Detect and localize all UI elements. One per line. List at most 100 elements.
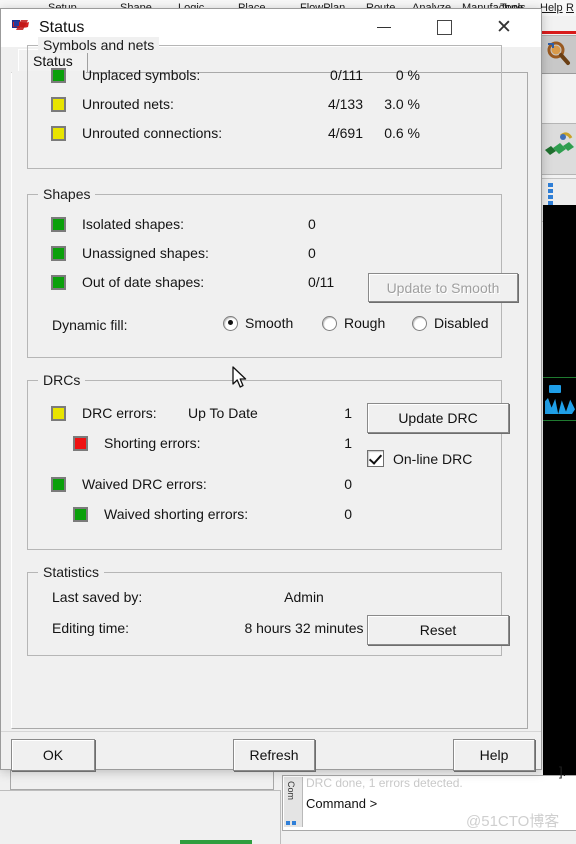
status-square-green [51,68,66,83]
dialog-title: Status [39,19,85,36]
command-panel-dots-icon [286,812,298,830]
row-count: 0/11 [308,274,335,290]
allegro-logo-icon [12,20,29,30]
row-unrouted-connections: Unrouted connections: 4/691 0.6 % [28,123,501,149]
group-drcs-title: DRCs [38,372,86,388]
row-label: Out of date shapes: [82,274,205,290]
status-dialog: Status ✕ Status Symbols and nets Unplace… [0,8,542,771]
row-label: Unrouted connections: [82,125,223,141]
row-last-saved-by: Last saved by: Admin [28,587,501,613]
row-waived-shorting-errors: Waived shorting errors: 0 [28,504,501,530]
row-count: 1 [344,435,352,451]
radio-dynamic-fill-disabled[interactable]: Disabled [412,315,488,331]
design-canvas[interactable] [543,205,576,830]
row-label: Waived shorting errors: [104,506,249,522]
status-square-green [51,477,66,492]
status-square-green [51,217,66,232]
row-label: Waived DRC errors: [82,476,207,492]
radio-indicator [223,315,238,331]
row-value: 8 hours 32 minutes [244,620,364,636]
radio-label: Disabled [434,315,489,331]
status-square-green [51,275,66,290]
row-percent: 0.6 % [384,125,420,141]
row-label: Isolated shapes: [82,216,184,232]
row-percent: 3.0 % [384,96,420,112]
status-square-red [73,436,88,451]
checkbox-indicator [367,450,384,467]
row-count: 0 [308,245,316,261]
row-count: 0 [344,506,352,522]
reset-button[interactable]: Reset [367,615,509,645]
row-extra: Up To Date [188,405,258,421]
radio-dynamic-fill-rough[interactable]: Rough [322,315,385,331]
status-square-yellow [51,406,66,421]
row-count: 4/691 [327,125,363,141]
row-percent: 0 % [395,67,420,83]
row-unplaced-symbols: Unplaced symbols: 0/111 0 % [28,65,501,91]
maximize-icon [436,20,452,35]
update-drc-button[interactable]: Update DRC [367,403,509,433]
close-icon: ✕ [496,17,512,38]
group-shapes-title: Shapes [38,186,96,202]
radio-indicator [322,315,337,331]
zoom-magnifier-icon[interactable] [544,39,572,67]
footer-separator [1,731,541,732]
radio-label: Rough [344,315,386,331]
close-button[interactable]: ✕ [481,9,527,46]
menu-item-r[interactable]: R [566,2,574,14]
background-progress-bar [180,840,252,844]
canvas-outline-top [543,377,576,378]
group-symbols-and-nets: Symbols and nets Unplaced symbols: 0/111… [27,37,502,169]
minimize-icon [377,27,391,28]
row-value: Admin [284,589,324,605]
component-icons [545,132,574,155]
row-count: 0/111 [330,67,363,83]
row-unrouted-nets: Unrouted nets: 4/133 3.0 % [28,94,501,120]
row-count: 4/133 [327,96,363,112]
command-log-line: DRC done, 1 errors detected. [306,776,463,790]
group-drcs: DRCs DRC errors: Up To Date 1 Shorting e… [27,372,509,550]
watermark: @51CTO博客 [466,813,560,830]
minimize-button[interactable] [361,9,407,46]
ok-button[interactable]: OK [11,739,95,771]
row-label: DRC errors: [82,405,157,421]
group-shapes: Shapes Isolated shapes: 0 Unassigned sha… [27,186,518,358]
command-prompt[interactable]: Command > [306,796,377,811]
background-status-field-secondary[interactable] [0,790,281,844]
radio-label: Smooth [245,315,294,331]
row-unassigned-shapes: Unassigned shapes: 0 [28,243,501,269]
online-drc-checkbox[interactable]: On-line DRC [367,450,472,467]
row-label: Last saved by: [52,589,143,605]
background-status-field[interactable] [10,768,274,790]
row-label: Shorting errors: [104,435,201,451]
maximize-button[interactable] [421,9,467,46]
menu-item-help[interactable]: Help [540,2,563,14]
canvas-trace-a [549,385,561,393]
radio-dynamic-fill-smooth[interactable]: Smooth [223,315,293,331]
row-count: 0 [344,476,352,492]
group-symbols-title: Symbols and nets [38,37,160,53]
command-panel-tab-label: Com [286,781,296,801]
status-square-green [73,507,88,522]
update-to-smooth-button[interactable]: Update to Smooth [368,273,518,302]
background-toolpanel-upper [540,123,576,175]
row-waived-drc-errors: Waived DRC errors: 0 [28,474,501,500]
group-statistics: Statistics Last saved by: Admin Editing … [27,564,509,656]
status-square-green [51,246,66,261]
radio-indicator [412,315,427,331]
row-label: Editing time: [52,620,130,636]
row-label: Unassigned shapes: [82,245,209,261]
row-isolated-shapes: Isolated shapes: 0 [28,214,501,240]
row-count: 0 [308,216,316,232]
background-brace-text: ]. [559,764,567,779]
canvas-outline-bottom [543,420,576,421]
background-accent-line [540,31,576,34]
help-button[interactable]: Help [453,739,535,771]
checkbox-label: On-line DRC [393,450,473,467]
group-statistics-title: Statistics [38,564,105,580]
refresh-button[interactable]: Refresh [233,739,315,771]
row-label: Unrouted nets: [82,96,174,112]
status-square-yellow [51,97,66,112]
row-count: 1 [344,405,352,421]
row-label: Unplaced symbols: [82,67,201,83]
